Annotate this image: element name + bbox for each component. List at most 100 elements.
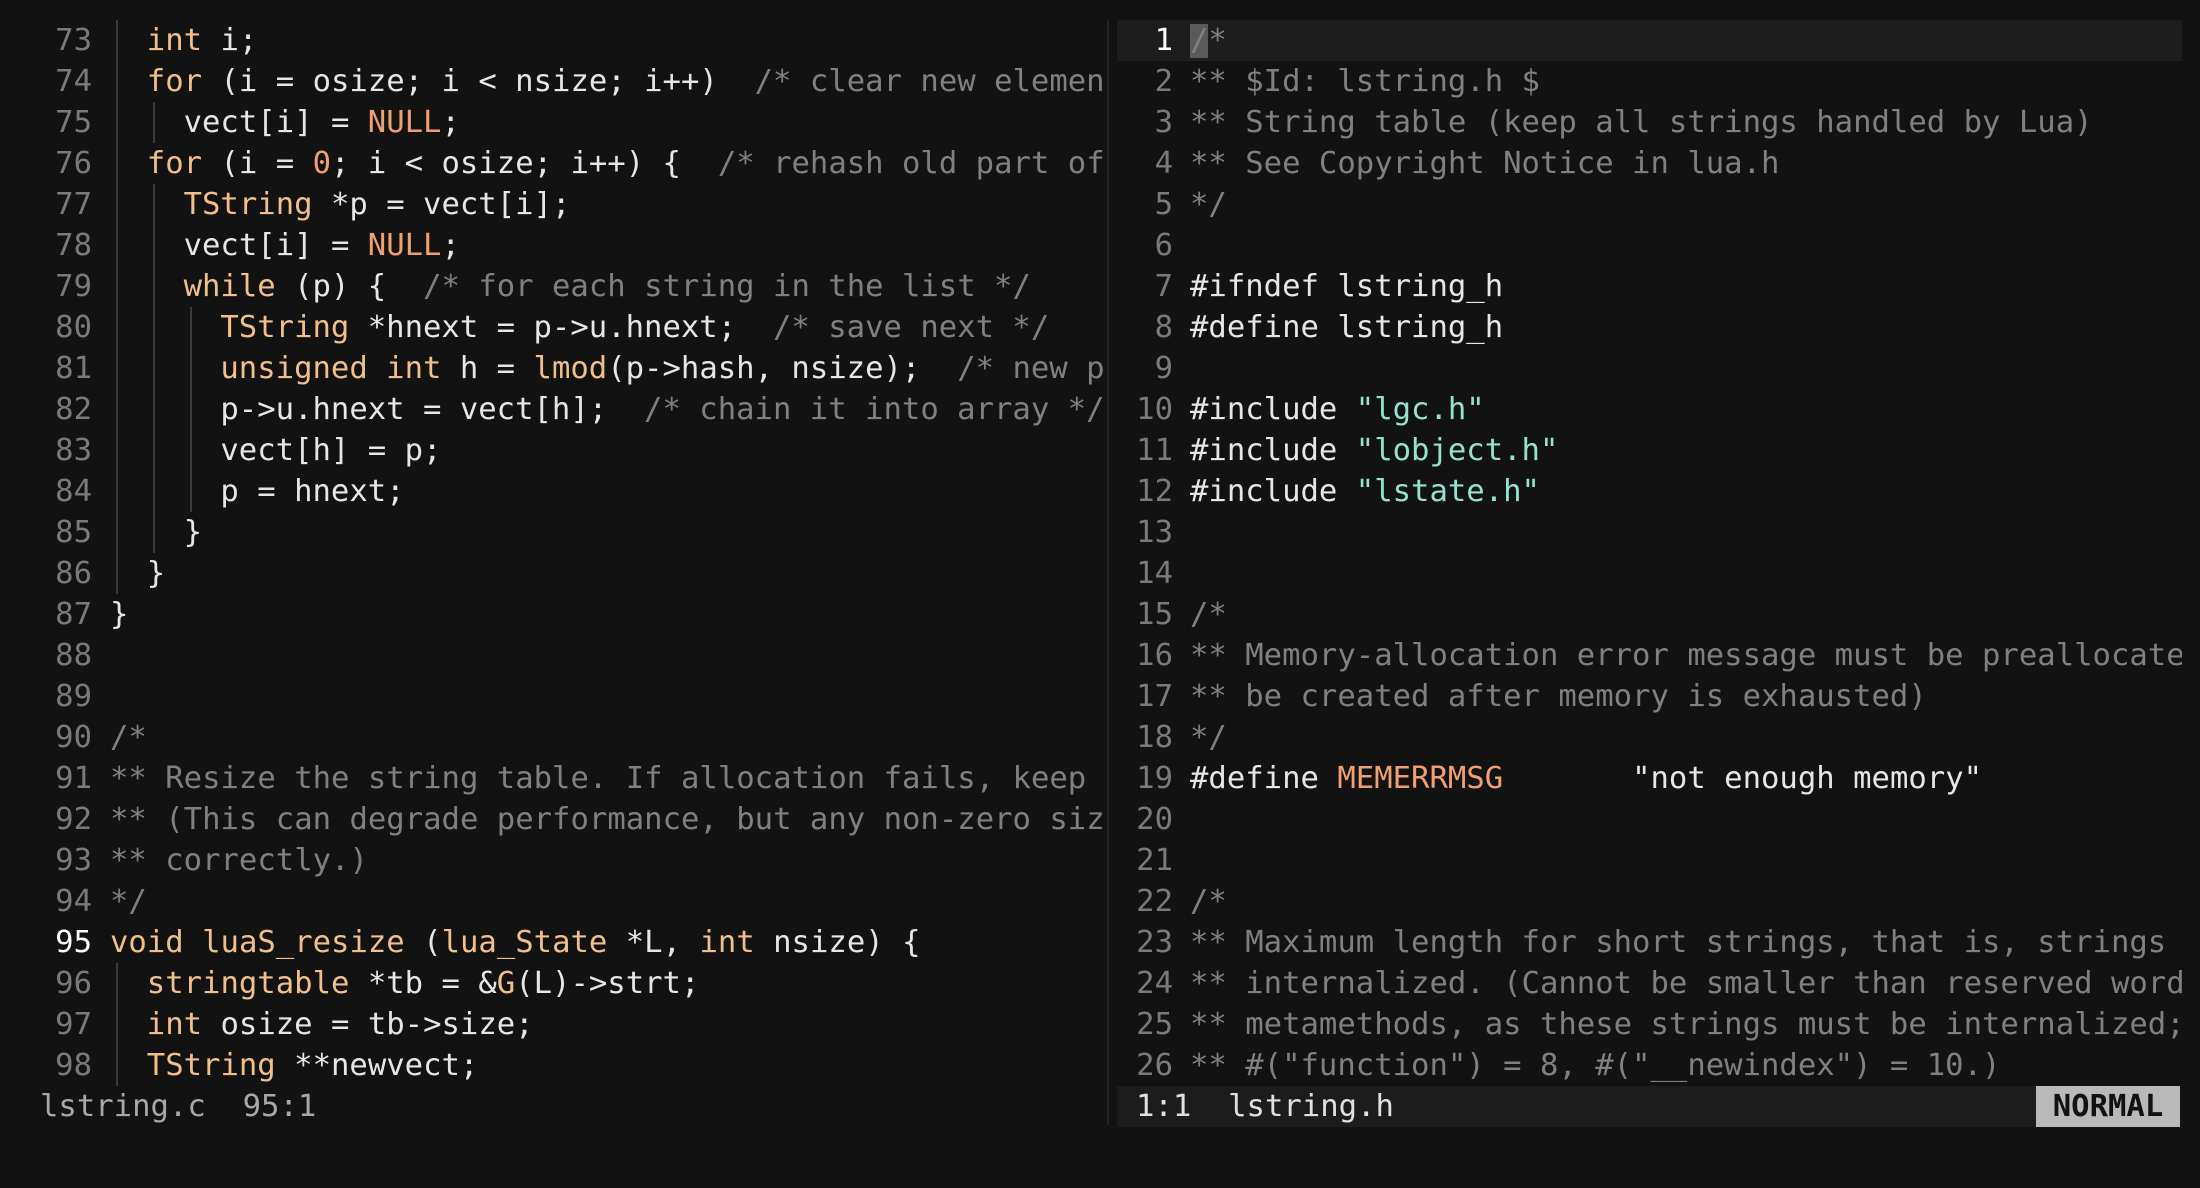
line-number: 19 bbox=[1136, 761, 1173, 796]
code-line[interactable]: 23 ** Maximum length for short strings, t… bbox=[1117, 922, 2182, 963]
code-line[interactable]: 76 for (i = 0; i < osize; i++) { /* rehas… bbox=[0, 143, 1105, 184]
code-token: TString bbox=[220, 310, 350, 345]
code-line[interactable]: 73 int i; bbox=[0, 20, 1105, 61]
code-line[interactable]: 5 */ bbox=[1117, 184, 2182, 225]
code-text: } bbox=[184, 512, 202, 553]
code-line[interactable]: 11 #include "lobject.h" bbox=[1117, 430, 2182, 471]
code-token: lmod bbox=[533, 351, 608, 386]
code-token: (L)->strt; bbox=[515, 966, 700, 1001]
code-line[interactable]: 26 ** #("function") = 8, #("__newindex") … bbox=[1117, 1045, 2182, 1086]
code-token: vect[i] = bbox=[183, 228, 368, 263]
code-line[interactable]: 22 /* bbox=[1117, 881, 2182, 922]
code-line[interactable]: 87} bbox=[0, 594, 1105, 635]
code-line[interactable]: 15 /* bbox=[1117, 594, 2182, 635]
line-number: 2 bbox=[1154, 64, 1173, 99]
code-line[interactable]: 79 while (p) { /* for each string in the … bbox=[0, 266, 1105, 307]
code-line[interactable]: 74 for (i = osize; i < nsize; i++) /* cle… bbox=[0, 61, 1105, 102]
code-line[interactable]: 4 ** See Copyright Notice in lua.h bbox=[1117, 143, 2182, 184]
code-token: #include bbox=[1190, 392, 1338, 427]
line-number: 25 bbox=[1136, 1007, 1173, 1042]
indent-guide bbox=[116, 102, 118, 143]
code-line[interactable]: 80 TString *hnext = p->u.hnext; /* save n… bbox=[0, 307, 1105, 348]
code-text: unsigned int h = lmod(p->hash, nsize); /… bbox=[220, 348, 1105, 389]
code-text: */ bbox=[1190, 717, 1227, 758]
code-text: ** internalized. (Cannot be smaller than… bbox=[1190, 963, 2182, 1004]
code-line[interactable]: 24 ** internalized. (Cannot be smaller th… bbox=[1117, 963, 2182, 1004]
split-divider[interactable] bbox=[1107, 20, 1109, 1125]
code-line[interactable]: 12 #include "lstate.h" bbox=[1117, 471, 2182, 512]
code-line[interactable]: 98 TString **newvect; bbox=[0, 1045, 1105, 1086]
code-line[interactable]: 8 #define lstring_h bbox=[1117, 307, 2182, 348]
code-line[interactable]: 1 /* bbox=[1117, 20, 2182, 61]
line-number: 96 bbox=[55, 966, 92, 1001]
code-token: /* rehash old part of the array */ bbox=[717, 146, 1105, 181]
right-editor-pane[interactable]: 1 /* 2 ** $Id: lstring.h $ 3 ** String table … bbox=[1117, 20, 2182, 1160]
code-token: ** $Id: lstring.h $ bbox=[1190, 64, 1540, 99]
code-token: ( bbox=[404, 925, 442, 960]
code-text: /* bbox=[110, 717, 147, 758]
line-number: 81 bbox=[55, 351, 92, 386]
code-token: */ bbox=[1190, 720, 1227, 755]
code-token: vect[i] = bbox=[183, 105, 368, 140]
code-line[interactable]: 7 #ifndef lstring_h bbox=[1117, 266, 2182, 307]
code-token: ** String table (keep all strings handle… bbox=[1190, 105, 2093, 140]
indent-guide bbox=[116, 512, 118, 553]
code-line[interactable]: 91 ** Resize the string table. If allocat… bbox=[0, 758, 1105, 799]
code-token: "lgc.h" bbox=[1355, 392, 1485, 427]
line-number: 10 bbox=[1136, 392, 1173, 427]
code-line[interactable]: 96 stringtable *tb = &G(L)->strt; bbox=[0, 963, 1105, 1004]
code-token: **newvect; bbox=[275, 1048, 479, 1083]
code-line[interactable]: 2 ** $Id: lstring.h $ bbox=[1117, 61, 2182, 102]
code-line[interactable]: 77 TString *p = vect[i]; bbox=[0, 184, 1105, 225]
code-line[interactable]: 13 bbox=[1117, 512, 2182, 553]
code-line[interactable]: 85} bbox=[0, 512, 1105, 553]
code-line[interactable]: 78 vect[i] = NULL; bbox=[0, 225, 1105, 266]
code-line[interactable]: 9 bbox=[1117, 348, 2182, 389]
code-token: p->u.hnext = vect[h]; bbox=[220, 392, 645, 427]
code-line[interactable]: 20 bbox=[1117, 799, 2182, 840]
code-line[interactable]: 19 #define MEMERRMSG "not enough memory" bbox=[1117, 758, 2182, 799]
code-line[interactable]: 3 ** String table (keep all strings handl… bbox=[1117, 102, 2182, 143]
code-token: ; bbox=[441, 228, 460, 263]
code-token: int bbox=[699, 925, 755, 960]
code-token: ** Memory-allocation error message must … bbox=[1190, 638, 2182, 673]
code-line[interactable]: 97 int osize = tb->size; bbox=[0, 1004, 1105, 1045]
code-token: TString bbox=[146, 1048, 276, 1083]
code-text: #define MEMERRMSG "not enough memory" bbox=[1190, 758, 1982, 799]
code-line[interactable]: 86} bbox=[0, 553, 1105, 594]
code-token: stringtable bbox=[146, 966, 350, 1001]
indent-guide bbox=[116, 471, 118, 512]
code-line[interactable]: 81 unsigned int h = lmod(p->hash, nsize);… bbox=[0, 348, 1105, 389]
code-line[interactable]: 95 void luaS_resize (lua_State *L, int ns… bbox=[0, 922, 1105, 963]
code-line[interactable]: 92 ** (This can degrade performance, but … bbox=[0, 799, 1105, 840]
code-line[interactable]: 21 bbox=[1117, 840, 2182, 881]
code-text: ** #("function") = 8, #("__newindex") = … bbox=[1190, 1045, 2000, 1086]
code-line[interactable]: 94 */ bbox=[0, 881, 1105, 922]
code-line[interactable]: 18 */ bbox=[1117, 717, 2182, 758]
code-line[interactable]: 75 vect[i] = NULL; bbox=[0, 102, 1105, 143]
code-text: ** be created after memory is exhausted) bbox=[1190, 676, 1927, 717]
code-line[interactable]: 89 bbox=[0, 676, 1105, 717]
code-line[interactable]: 82 p->u.hnext = vect[h]; /* chain it into… bbox=[0, 389, 1105, 430]
left-editor-pane[interactable]: 73 int i; 74 for (i = osize; i < nsize; i++… bbox=[0, 20, 1105, 1160]
code-line[interactable]: 6 bbox=[1117, 225, 2182, 266]
code-text: void luaS_resize (lua_State *L, int nsiz… bbox=[110, 922, 921, 963]
code-line[interactable]: 10 #include "lgc.h" bbox=[1117, 389, 2182, 430]
mode-indicator: NORMAL bbox=[2036, 1086, 2180, 1127]
code-line[interactable]: 88 bbox=[0, 635, 1105, 676]
indent-guide bbox=[152, 471, 155, 512]
code-line[interactable]: 90 /* bbox=[0, 717, 1105, 758]
code-line[interactable]: 84 p = hnext; bbox=[0, 471, 1105, 512]
status-filename: lstring.h bbox=[1228, 1089, 1394, 1124]
code-line[interactable]: 25 ** metamethods, as these strings must … bbox=[1117, 1004, 2182, 1045]
code-line[interactable]: 16 ** Memory-allocation error message mus… bbox=[1117, 635, 2182, 676]
code-line[interactable]: 17 ** be created after memory is exhauste… bbox=[1117, 676, 2182, 717]
code-token: "lobject.h" bbox=[1355, 433, 1559, 468]
code-line[interactable]: 14 bbox=[1117, 553, 2182, 594]
code-line[interactable]: 83 vect[h] = p; bbox=[0, 430, 1105, 471]
code-line[interactable]: 93 ** correctly.) bbox=[0, 840, 1105, 881]
code-token: MEMERRMSG bbox=[1337, 761, 1504, 796]
code-token: */ bbox=[1190, 187, 1227, 222]
code-token: for bbox=[146, 64, 203, 99]
